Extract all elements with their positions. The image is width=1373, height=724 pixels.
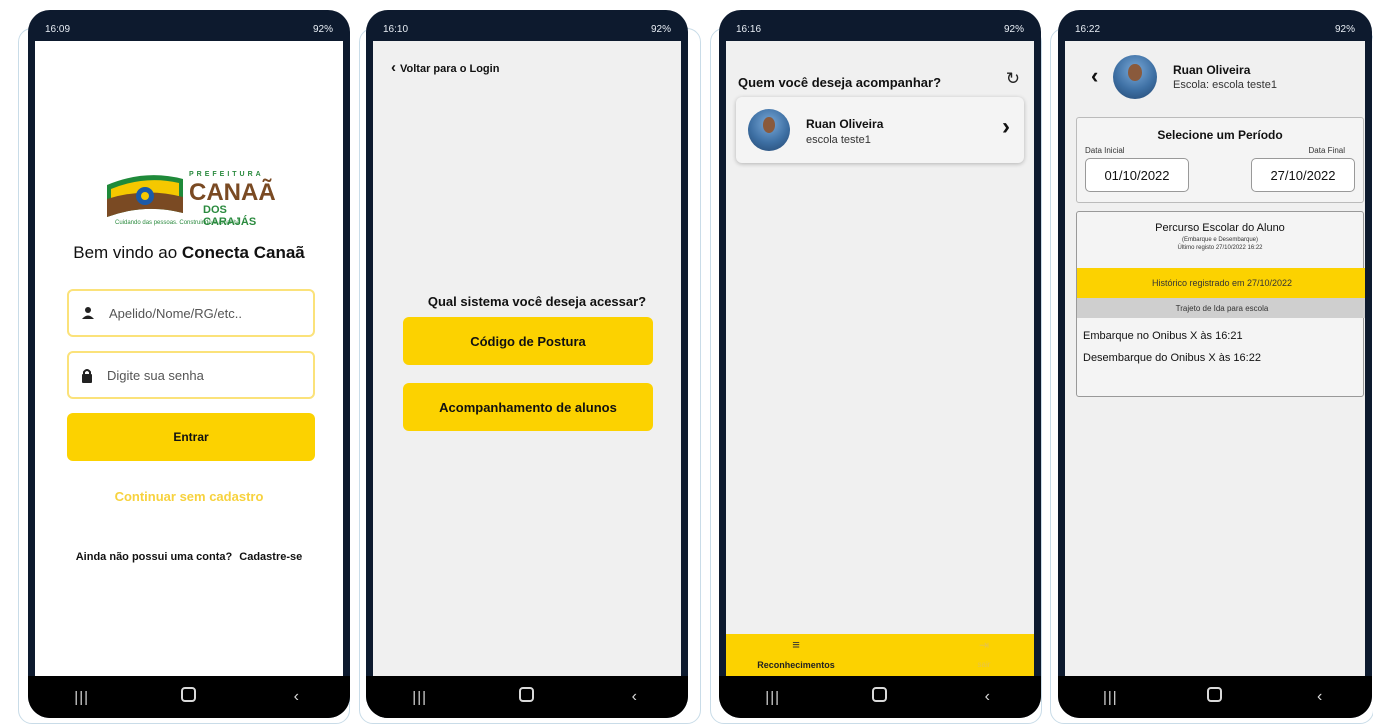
status-time: 16:09 (45, 23, 71, 35)
trip-bar: Trajeto de Ida para escola (1077, 298, 1365, 318)
android-nav-bar: ||| ‹ (366, 676, 688, 718)
back-icon[interactable]: ‹ (1091, 63, 1098, 89)
student-name: Ruan Oliveira (1173, 63, 1251, 77)
android-nav-bar: ||| ‹ (28, 676, 350, 718)
end-date-field[interactable]: 27/10/2022 (1251, 158, 1355, 192)
status-time: 16:10 (383, 23, 409, 35)
student-name: Ruan Oliveira (806, 117, 884, 131)
start-date-label: Data Inicial (1085, 146, 1125, 155)
tab-sair-label: sair (977, 660, 991, 669)
student-avatar (1113, 55, 1157, 99)
route-subtitle: (Embarque e Desembarque) (1181, 237, 1259, 243)
last-record-text: Último registo 27/10/2022 16:22 (1177, 245, 1263, 251)
route-card: Percurso Escolar do Aluno (Embarque e De… (1076, 211, 1365, 397)
chevron-right-icon: › (1002, 113, 1010, 140)
recent-apps-icon[interactable]: ||| (1090, 689, 1130, 706)
status-bar: 16:09 92% (35, 17, 343, 41)
status-battery: 92% (312, 23, 333, 35)
username-placeholder: Apelido/Nome/RG/etc.. (109, 305, 242, 321)
login-button[interactable]: Entrar (67, 413, 315, 461)
student-school: Escola: escola teste1 (1173, 79, 1277, 91)
status-time: 16:22 (1075, 23, 1101, 35)
signup-row: Ainda não possui uma conta? Cadastre-se (35, 551, 343, 563)
logo-tagline: Cuidando das pessoas. Construindo o aman… (115, 220, 241, 226)
student-school: escola teste1 (806, 134, 871, 146)
codigo-postura-button[interactable]: Código de Postura (403, 317, 653, 365)
home-button-icon[interactable] (169, 687, 209, 707)
logo-name: CANAÃ (189, 179, 276, 206)
bottom-tab-bar: ≡ Reconhecimentos ⇥ sair (726, 634, 1034, 676)
recent-apps-icon[interactable]: ||| (62, 689, 102, 706)
event-item: Embarque no Onibus X às 16:21 (1083, 330, 1243, 342)
period-card: Selecione um Período Data Inicial Data F… (1076, 117, 1364, 203)
flag-logo-icon (107, 175, 183, 217)
status-bar: 16:16 92% (726, 17, 1034, 41)
back-to-login-link[interactable]: ‹ Voltar para o Login (391, 59, 499, 76)
history-bar: Histórico registrado em 27/10/2022 (1077, 268, 1365, 298)
home-button-icon[interactable] (507, 687, 547, 707)
refresh-icon[interactable]: ↻ (1006, 69, 1020, 89)
home-button-icon[interactable] (1195, 687, 1235, 707)
phone-login: 16:09 92% PREFEITURA CANAÃ DOS CARAJÁS C… (28, 10, 350, 718)
tab-reconhecimentos[interactable]: ≡ Reconhecimentos (746, 637, 846, 671)
password-placeholder: Digite sua senha (107, 367, 204, 383)
welcome-app-name: Conecta Canaã (181, 243, 305, 262)
period-title: Selecione um Período (1157, 128, 1283, 142)
back-button-icon[interactable]: ‹ (1300, 688, 1340, 706)
phone-system-select: 16:10 92% ‹ Voltar para o Login Qual sist… (366, 10, 688, 718)
status-bar: 16:22 92% (1065, 17, 1365, 41)
prefeitura-logo: PREFEITURA CANAÃ DOS CARAJÁS Cuidando da… (105, 169, 280, 231)
student-select-title: Quem você deseja acompanhar? (738, 75, 942, 90)
back-button-icon[interactable]: ‹ (614, 688, 654, 706)
recent-apps-icon[interactable]: ||| (400, 689, 440, 706)
back-button-icon[interactable]: ‹ (276, 688, 316, 706)
chevron-left-icon: ‹ (391, 59, 396, 76)
status-battery: 92% (650, 23, 671, 35)
end-date-label: Data Final (1308, 146, 1345, 155)
guest-link[interactable]: Continuar sem cadastro (35, 489, 343, 504)
list-icon: ≡ (792, 637, 800, 652)
phone-route-history: 16:22 92% ‹ Ruan Oliveira Escola: escola… (1058, 10, 1372, 718)
welcome-heading: Bem vindo ao Conecta Canaã (35, 243, 343, 263)
route-title: Percurso Escolar do Aluno (1155, 222, 1285, 234)
home-button-icon[interactable] (860, 687, 900, 707)
back-to-login-label: Voltar para o Login (400, 63, 500, 75)
status-time: 16:16 (736, 23, 762, 35)
status-bar: 16:10 92% (373, 17, 681, 41)
welcome-prefix: Bem vindo ao (73, 243, 182, 262)
logo-top-text: PREFEITURA (189, 171, 264, 178)
signup-prompt: Ainda não possui uma conta? (75, 551, 233, 563)
android-nav-bar: ||| ‹ (719, 676, 1041, 718)
acompanhamento-alunos-button[interactable]: Acompanhamento de alunos (403, 383, 653, 431)
logout-icon: ⇥ (978, 638, 990, 652)
password-field[interactable]: Digite sua senha (67, 351, 315, 399)
back-button-icon[interactable]: ‹ (967, 688, 1007, 706)
tab-reconhecimentos-label: Reconhecimentos (757, 660, 835, 670)
student-card[interactable]: Ruan Oliveira escola teste1 › (736, 97, 1024, 163)
username-field[interactable]: Apelido/Nome/RG/etc.. (67, 289, 315, 337)
recent-apps-icon[interactable]: ||| (753, 689, 793, 706)
start-date-field[interactable]: 01/10/2022 (1085, 158, 1189, 192)
status-battery: 92% (1334, 23, 1355, 35)
lock-icon (82, 368, 92, 383)
system-question: Qual sistema você deseja acessar? (427, 294, 647, 309)
event-item: Desembarque do Onibus X às 16:22 (1083, 352, 1261, 364)
status-battery: 92% (1003, 23, 1024, 35)
person-icon (82, 307, 94, 319)
signup-link[interactable]: Cadastre-se (239, 551, 302, 563)
tab-sair[interactable]: ⇥ sair (964, 638, 1004, 669)
android-nav-bar: ||| ‹ (1058, 676, 1372, 718)
student-avatar (748, 109, 790, 151)
phone-student-select: 16:16 92% Quem você deseja acompanhar? ↻… (719, 10, 1041, 718)
